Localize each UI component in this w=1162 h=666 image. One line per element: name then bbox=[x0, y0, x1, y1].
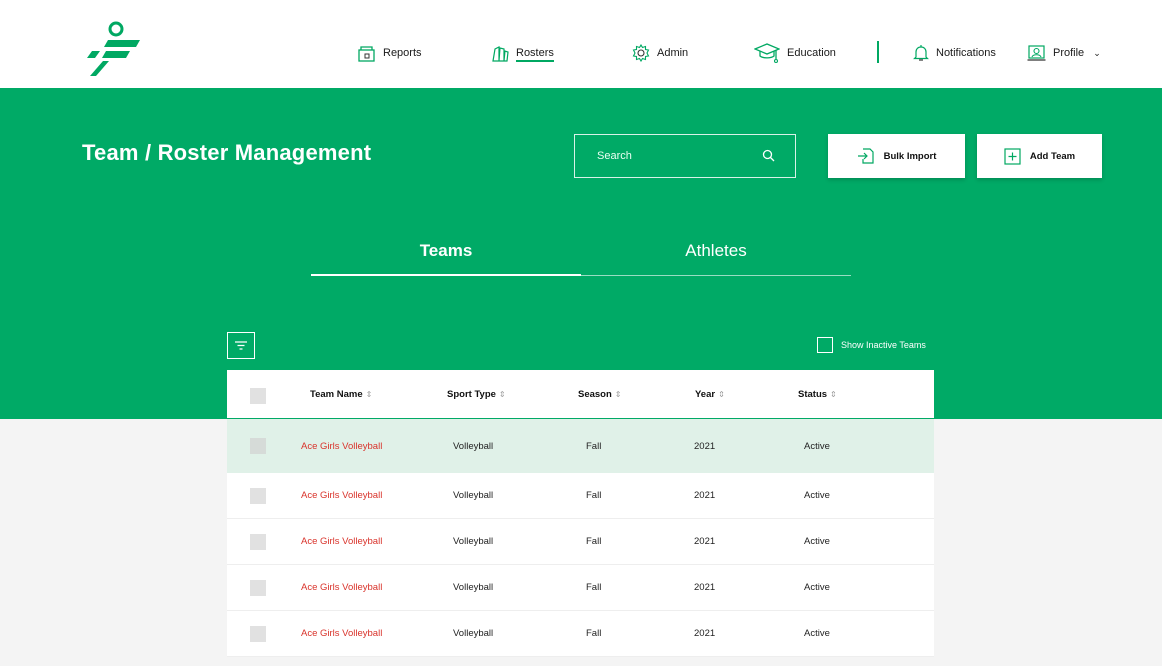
nav-divider bbox=[877, 41, 879, 63]
sort-icon[interactable]: ⇕ bbox=[718, 390, 725, 399]
nav-reports-label: Reports bbox=[383, 47, 422, 59]
teams-table: Team Name ⇕ Sport Type ⇕ Season ⇕ Year ⇕ Sta… bbox=[227, 370, 934, 657]
column-header-season[interactable]: Season ⇕ bbox=[578, 370, 622, 418]
sport-type-cell: Volleyball bbox=[453, 582, 494, 593]
column-header-sport-type[interactable]: Sport Type ⇕ bbox=[447, 370, 506, 418]
row-checkbox[interactable] bbox=[250, 580, 266, 596]
profile-icon bbox=[1027, 45, 1046, 61]
season-cell: Fall bbox=[586, 628, 602, 639]
season-cell: Fall bbox=[586, 582, 602, 593]
reports-icon bbox=[358, 45, 375, 62]
sort-icon[interactable]: ⇕ bbox=[615, 390, 622, 399]
status-cell: Active bbox=[804, 536, 830, 547]
tab-athletes-label: Athletes bbox=[685, 241, 747, 260]
column-header-status[interactable]: Status ⇕ bbox=[798, 370, 837, 418]
season-cell: Fall bbox=[586, 536, 602, 547]
table-row[interactable]: Ace Girls Volleyball Volleyball Fall 202… bbox=[227, 473, 934, 519]
year-cell: 2021 bbox=[694, 536, 716, 547]
select-all-checkbox[interactable] bbox=[250, 388, 266, 404]
search-input[interactable] bbox=[597, 150, 747, 162]
nav-profile-label: Profile bbox=[1053, 47, 1085, 59]
status-cell: Active bbox=[804, 440, 830, 452]
team-name-link[interactable]: Ace Girls Volleyball bbox=[301, 519, 382, 564]
table-header: Team Name ⇕ Sport Type ⇕ Season ⇕ Year ⇕ Sta… bbox=[227, 370, 934, 419]
year-cell: 2021 bbox=[694, 440, 716, 452]
row-checkbox[interactable] bbox=[250, 438, 266, 454]
logo-icon[interactable] bbox=[86, 20, 140, 76]
status-cell: Active bbox=[804, 628, 830, 639]
table-row[interactable]: Ace Girls Volleyball Volleyball Fall 202… bbox=[227, 611, 934, 657]
filter-button[interactable] bbox=[227, 332, 255, 359]
nav-reports[interactable]: Reports bbox=[358, 40, 422, 66]
nav-education-label: Education bbox=[787, 47, 836, 59]
nav-rosters[interactable]: Rosters bbox=[491, 40, 554, 66]
add-team-label: Add Team bbox=[1029, 150, 1076, 162]
team-name-link[interactable]: Ace Girls Volleyball bbox=[301, 419, 382, 473]
sort-icon[interactable]: ⇕ bbox=[499, 390, 506, 399]
column-label: Status bbox=[798, 388, 828, 400]
tab-teams-label: Teams bbox=[419, 241, 473, 260]
row-checkbox[interactable] bbox=[250, 488, 266, 504]
season-cell: Fall bbox=[586, 440, 602, 452]
show-inactive-label: Show Inactive Teams bbox=[841, 340, 926, 350]
year-cell: 2021 bbox=[694, 582, 716, 593]
import-icon bbox=[857, 148, 874, 164]
column-header-year[interactable]: Year ⇕ bbox=[695, 370, 725, 418]
nav-profile[interactable]: Profile ⌄ bbox=[1027, 40, 1101, 66]
column-header-team-name[interactable]: Team Name ⇕ bbox=[310, 370, 372, 418]
nav-education[interactable]: Education bbox=[754, 40, 836, 66]
filter-icon bbox=[235, 341, 247, 350]
row-checkbox[interactable] bbox=[250, 626, 266, 642]
year-cell: 2021 bbox=[694, 628, 716, 639]
search-box[interactable] bbox=[574, 134, 796, 178]
table-row[interactable]: Ace Girls Volleyball Volleyball Fall 202… bbox=[227, 419, 934, 473]
nav-notifications[interactable]: Notifications bbox=[913, 40, 996, 66]
status-cell: Active bbox=[804, 582, 830, 593]
show-inactive-checkbox[interactable] bbox=[817, 337, 833, 353]
table-row[interactable]: Ace Girls Volleyball Volleyball Fall 202… bbox=[227, 519, 934, 565]
bell-icon bbox=[913, 45, 929, 61]
sport-type-cell: Volleyball bbox=[453, 536, 494, 547]
education-cap-icon bbox=[754, 43, 780, 64]
bulk-import-button[interactable]: Bulk Import bbox=[828, 134, 965, 178]
row-checkbox[interactable] bbox=[250, 534, 266, 550]
column-label: Sport Type bbox=[447, 388, 496, 400]
column-label: Season bbox=[578, 388, 612, 400]
year-cell: 2021 bbox=[694, 490, 716, 501]
season-cell: Fall bbox=[586, 490, 602, 501]
table-row[interactable]: Ace Girls Volleyball Volleyball Fall 202… bbox=[227, 565, 934, 611]
nav-admin[interactable]: Admin bbox=[632, 40, 688, 66]
tab-teams[interactable]: Teams bbox=[311, 238, 581, 276]
rosters-icon bbox=[492, 45, 509, 62]
nav-admin-label: Admin bbox=[657, 47, 689, 59]
bulk-import-label: Bulk Import bbox=[883, 150, 937, 162]
team-name-link[interactable]: Ace Girls Volleyball bbox=[301, 565, 382, 610]
tab-athletes[interactable]: Athletes bbox=[581, 238, 851, 276]
admin-gear-icon bbox=[632, 44, 650, 62]
column-label: Team Name bbox=[310, 388, 363, 400]
search-icon[interactable] bbox=[762, 149, 775, 162]
top-navigation: Reports Rosters Admin Education Notifica… bbox=[0, 0, 1162, 88]
add-team-button[interactable]: Add Team bbox=[977, 134, 1102, 178]
sort-icon[interactable]: ⇕ bbox=[366, 390, 373, 399]
sort-icon[interactable]: ⇕ bbox=[830, 390, 837, 399]
sport-type-cell: Volleyball bbox=[453, 628, 494, 639]
plus-icon bbox=[1004, 147, 1021, 165]
status-cell: Active bbox=[804, 490, 830, 501]
chevron-down-icon[interactable]: ⌄ bbox=[1093, 48, 1101, 59]
team-name-link[interactable]: Ace Girls Volleyball bbox=[301, 473, 382, 518]
sport-type-cell: Volleyball bbox=[453, 490, 494, 501]
page-title: Team / Roster Management bbox=[82, 140, 372, 165]
sport-type-cell: Volleyball bbox=[453, 440, 494, 452]
nav-rosters-label: Rosters bbox=[516, 44, 554, 62]
show-inactive-toggle[interactable]: Show Inactive Teams bbox=[817, 337, 926, 353]
nav-notifications-label: Notifications bbox=[936, 47, 996, 59]
team-name-link[interactable]: Ace Girls Volleyball bbox=[301, 611, 382, 656]
column-label: Year bbox=[695, 388, 716, 400]
